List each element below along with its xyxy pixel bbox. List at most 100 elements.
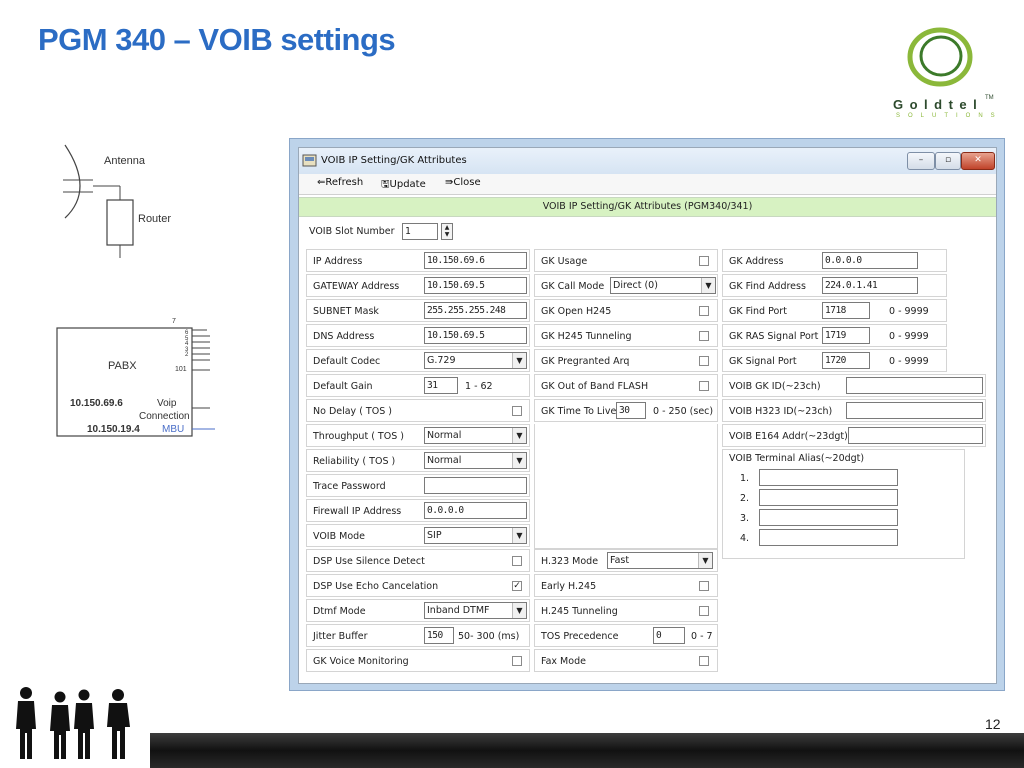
h245-tunneling-checkbox[interactable]	[699, 606, 709, 616]
port-label: 2	[185, 352, 189, 358]
update-label: Update	[389, 179, 426, 190]
alias-input-1[interactable]	[759, 469, 898, 486]
gk-address-label: GK Address	[729, 256, 784, 267]
gk-h245-tunneling-checkbox[interactable]	[699, 331, 709, 341]
window-title: VOIB IP Setting/GK Attributes	[321, 155, 467, 166]
logo-tagline: SOLUTIONS	[896, 113, 1003, 119]
gk-address-row: GK Address 0.0.0.0	[722, 249, 947, 272]
codec-select[interactable]: G.729 ▼	[424, 352, 527, 369]
ip-address-input[interactable]: 10.150.69.6	[424, 252, 527, 269]
subnet-row: SUBNET Mask 255.255.255.248	[306, 299, 530, 322]
gk-find-port-row: GK Find Port 1718 0 - 9999	[722, 299, 947, 322]
slot-spinner[interactable]: ▲ ▼	[441, 223, 453, 240]
alias-input-4[interactable]	[759, 529, 898, 546]
voib-mode-select[interactable]: SIP ▼	[424, 527, 527, 544]
slot-number-input[interactable]: 1	[402, 223, 438, 240]
voib-gk-id-input[interactable]	[846, 377, 983, 394]
port-labels: 6 5 4 3 2	[185, 330, 193, 359]
no-delay-label: No Delay ( TOS )	[313, 406, 392, 417]
tos-precedence-row: TOS Precedence 0 0 - 7	[534, 624, 718, 647]
tos-precedence-range: 0 - 7	[691, 631, 713, 642]
alias-input-3[interactable]	[759, 509, 898, 526]
gk-h245-tunneling-row: GK H245 Tunneling	[534, 324, 718, 347]
gk-voice-checkbox[interactable]	[512, 656, 522, 666]
fax-mode-checkbox[interactable]	[699, 656, 709, 666]
voib-e164-input[interactable]	[848, 427, 983, 444]
gk-oob-flash-checkbox[interactable]	[699, 381, 709, 391]
gain-input[interactable]: 31	[424, 377, 458, 394]
fax-mode-row: Fax Mode	[534, 649, 718, 672]
alias-input-2[interactable]	[759, 489, 898, 506]
early-h245-checkbox[interactable]	[699, 581, 709, 591]
slot-row: VOIB Slot Number 1 ▲ ▼	[301, 218, 993, 244]
subnet-label: SUBNET Mask	[313, 306, 379, 317]
voib-e164-row: VOIB E164 Addr(~23dgt)	[722, 424, 986, 447]
gk-ras-port-input[interactable]: 1719	[822, 327, 870, 344]
gk-find-port-range: 0 - 9999	[889, 306, 929, 317]
gk-usage-row: GK Usage	[534, 249, 718, 272]
voip-label: Voip	[157, 398, 177, 409]
gk-find-address-input[interactable]: 224.0.1.41	[822, 277, 918, 294]
trace-password-input[interactable]	[424, 477, 527, 494]
gk-call-mode-value: Direct (0)	[613, 280, 658, 291]
h245-tunneling-row: H.245 Tunneling	[534, 599, 718, 622]
dns-input[interactable]: 10.150.69.5	[424, 327, 527, 344]
echo-checkbox[interactable]: ✓	[512, 581, 522, 591]
gk-oob-flash-label: GK Out of Band FLASH	[541, 381, 649, 392]
voib-gk-id-label: VOIB GK ID(~23ch)	[729, 381, 821, 392]
jitter-input[interactable]: 150	[424, 627, 454, 644]
update-button[interactable]: 🖫Update	[381, 177, 426, 194]
logo-trademark: TM	[985, 95, 994, 101]
ip-address-label: IP Address	[313, 256, 363, 267]
gk-pregranted-checkbox[interactable]	[699, 356, 709, 366]
maximize-button[interactable]: ▫	[935, 152, 961, 170]
firewall-input[interactable]: 0.0.0.0	[424, 502, 527, 519]
minimize-button[interactable]: –	[907, 152, 935, 170]
col2-blank	[534, 424, 718, 549]
chevron-down-icon: ▼	[512, 528, 526, 543]
no-delay-checkbox[interactable]	[512, 406, 522, 416]
gk-ttl-row: GK Time To Live 30 0 - 250 (sec)	[534, 399, 718, 422]
gk-ttl-input[interactable]: 30	[616, 402, 646, 419]
voip-ip-label: 10.150.69.6	[70, 398, 123, 409]
tos-precedence-input[interactable]: 0	[653, 627, 685, 644]
gk-open-h245-checkbox[interactable]	[699, 306, 709, 316]
close-button[interactable]: ⇛Close	[445, 177, 481, 188]
reliability-select[interactable]: Normal ▼	[424, 452, 527, 469]
gateway-input[interactable]: 10.150.69.5	[424, 277, 527, 294]
save-icon: 🖫	[381, 179, 390, 190]
gk-usage-checkbox[interactable]	[699, 256, 709, 266]
throughput-select[interactable]: Normal ▼	[424, 427, 527, 444]
gk-find-port-input[interactable]: 1718	[822, 302, 870, 319]
gk-address-input[interactable]: 0.0.0.0	[822, 252, 918, 269]
reliability-value: Normal	[427, 455, 462, 466]
reliability-row: Reliability ( TOS ) Normal ▼	[306, 449, 530, 472]
voib-settings-window: VOIB IP Setting/GK Attributes – ▫ ✕ ⇐Ref…	[289, 138, 1005, 691]
alias-index: 3.	[740, 513, 750, 524]
echo-label: DSP Use Echo Cancelation	[313, 581, 439, 592]
dtmf-select[interactable]: Inband DTMF ▼	[424, 602, 527, 619]
refresh-button[interactable]: ⇐Refresh	[317, 177, 363, 188]
voib-h323-id-row: VOIB H323 ID(~23ch)	[722, 399, 986, 422]
gk-ras-port-label: GK RAS Signal Port	[729, 331, 819, 342]
silence-checkbox[interactable]	[512, 556, 522, 566]
chevron-down-icon: ▼	[698, 553, 712, 568]
dns-label: DNS Address	[313, 331, 375, 342]
voib-h323-id-input[interactable]	[846, 402, 983, 419]
early-h245-row: Early H.245	[534, 574, 718, 597]
port-label-top: 7	[172, 318, 176, 325]
gk-ttl-range: 0 - 250 (sec)	[653, 406, 714, 417]
gk-signal-port-input[interactable]: 1720	[822, 352, 870, 369]
goldtel-logo-icon	[907, 27, 973, 87]
close-window-button[interactable]: ✕	[961, 152, 995, 170]
gk-call-mode-select[interactable]: Direct (0) ▼	[610, 277, 716, 294]
gk-call-mode-row: GK Call Mode Direct (0) ▼	[534, 274, 718, 297]
gain-range: 1 - 62	[465, 381, 493, 392]
alias-index: 2.	[740, 493, 750, 504]
gk-open-h245-row: GK Open H245	[534, 299, 718, 322]
window-titlebar: VOIB IP Setting/GK Attributes – ▫ ✕	[299, 148, 996, 174]
voib-mode-row: VOIB Mode SIP ▼	[306, 524, 530, 547]
gk-voice-row: GK Voice Monitoring	[306, 649, 530, 672]
h323-mode-select[interactable]: Fast ▼	[607, 552, 713, 569]
subnet-input[interactable]: 255.255.255.248	[424, 302, 527, 319]
